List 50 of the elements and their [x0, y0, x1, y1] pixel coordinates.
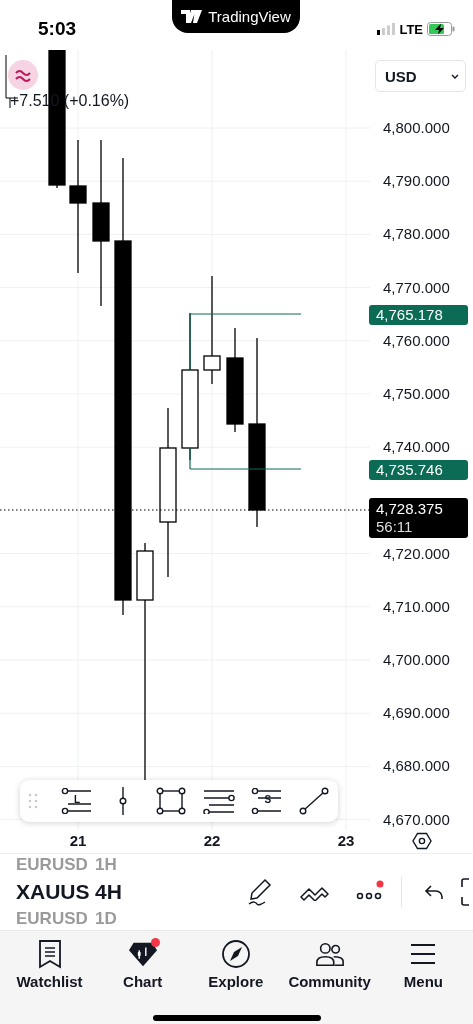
network-label: LTE	[399, 21, 423, 37]
settings-icon[interactable]	[412, 831, 432, 851]
price-tick-label: 4,790.000	[383, 172, 450, 191]
price-tick-label: 4,680.000	[383, 757, 450, 776]
price-tick-label: 4,740.000	[383, 438, 450, 457]
tab-bar-item[interactable]: Explore	[189, 931, 283, 991]
last-price-label: 4,728.375 56:11	[369, 498, 468, 538]
long-position-tool[interactable]: L	[51, 782, 100, 820]
price-tick-label: 4,760.000	[383, 331, 450, 350]
price-tick-label: 4,780.000	[383, 225, 450, 244]
tab-bar-item[interactable]: Chart	[96, 931, 190, 991]
tab-bar-item[interactable]: Watchlist	[3, 931, 97, 991]
price-tick-label: 4,700.000	[383, 651, 450, 669]
drag-handle-icon[interactable]	[28, 793, 38, 809]
date-label: 22	[203, 832, 221, 849]
price-tick-label: 4,690.000	[383, 704, 450, 723]
fullscreen-icon[interactable]	[461, 878, 469, 906]
trend-line-icon[interactable]	[299, 787, 330, 815]
price-tick-label: 4,750.000	[383, 385, 450, 403]
interval-option[interactable]: 4H	[95, 877, 122, 907]
symbol-option[interactable]: XAUUS	[16, 877, 95, 907]
price-tick-label: 4,720.000	[383, 544, 450, 563]
date-label: 21	[69, 832, 87, 849]
compass-icon	[220, 939, 251, 969]
price-level-label: 4,765.178	[369, 305, 468, 325]
tab-bar-item[interactable]: Menu	[376, 931, 470, 991]
bookmark-list-icon	[37, 939, 62, 969]
app-title-pill: TradingView	[172, 0, 300, 33]
logo-icon	[181, 10, 204, 23]
price-tick-label: 4,710.000	[383, 597, 450, 616]
undo-icon[interactable]	[423, 884, 444, 900]
price-tick-label: 4,800.000	[383, 119, 450, 137]
pen-icon[interactable]	[246, 878, 273, 906]
people-icon	[314, 940, 345, 968]
tab-bar-item[interactable]: Community	[282, 931, 377, 991]
menu-icon	[410, 943, 437, 965]
price-tick-label: 4,770.000	[383, 278, 450, 297]
currency-dropdown[interactable]: USD	[375, 60, 466, 92]
price-level-label: 4,735.746	[369, 460, 468, 480]
price-tick-label: 4,670.000	[383, 810, 450, 829]
status-time: 5:03	[38, 18, 77, 40]
date-label: 23	[337, 832, 355, 849]
parallel-channel-icon[interactable]	[202, 788, 235, 814]
chevron-down-icon	[451, 73, 459, 79]
signal-icon	[377, 23, 396, 35]
battery-charging-icon	[427, 22, 455, 36]
chart-icon	[127, 940, 158, 968]
vertical-line-icon[interactable]	[118, 787, 129, 815]
indicator-icon[interactable]	[8, 60, 38, 90]
rectangle-icon[interactable]	[156, 787, 187, 815]
